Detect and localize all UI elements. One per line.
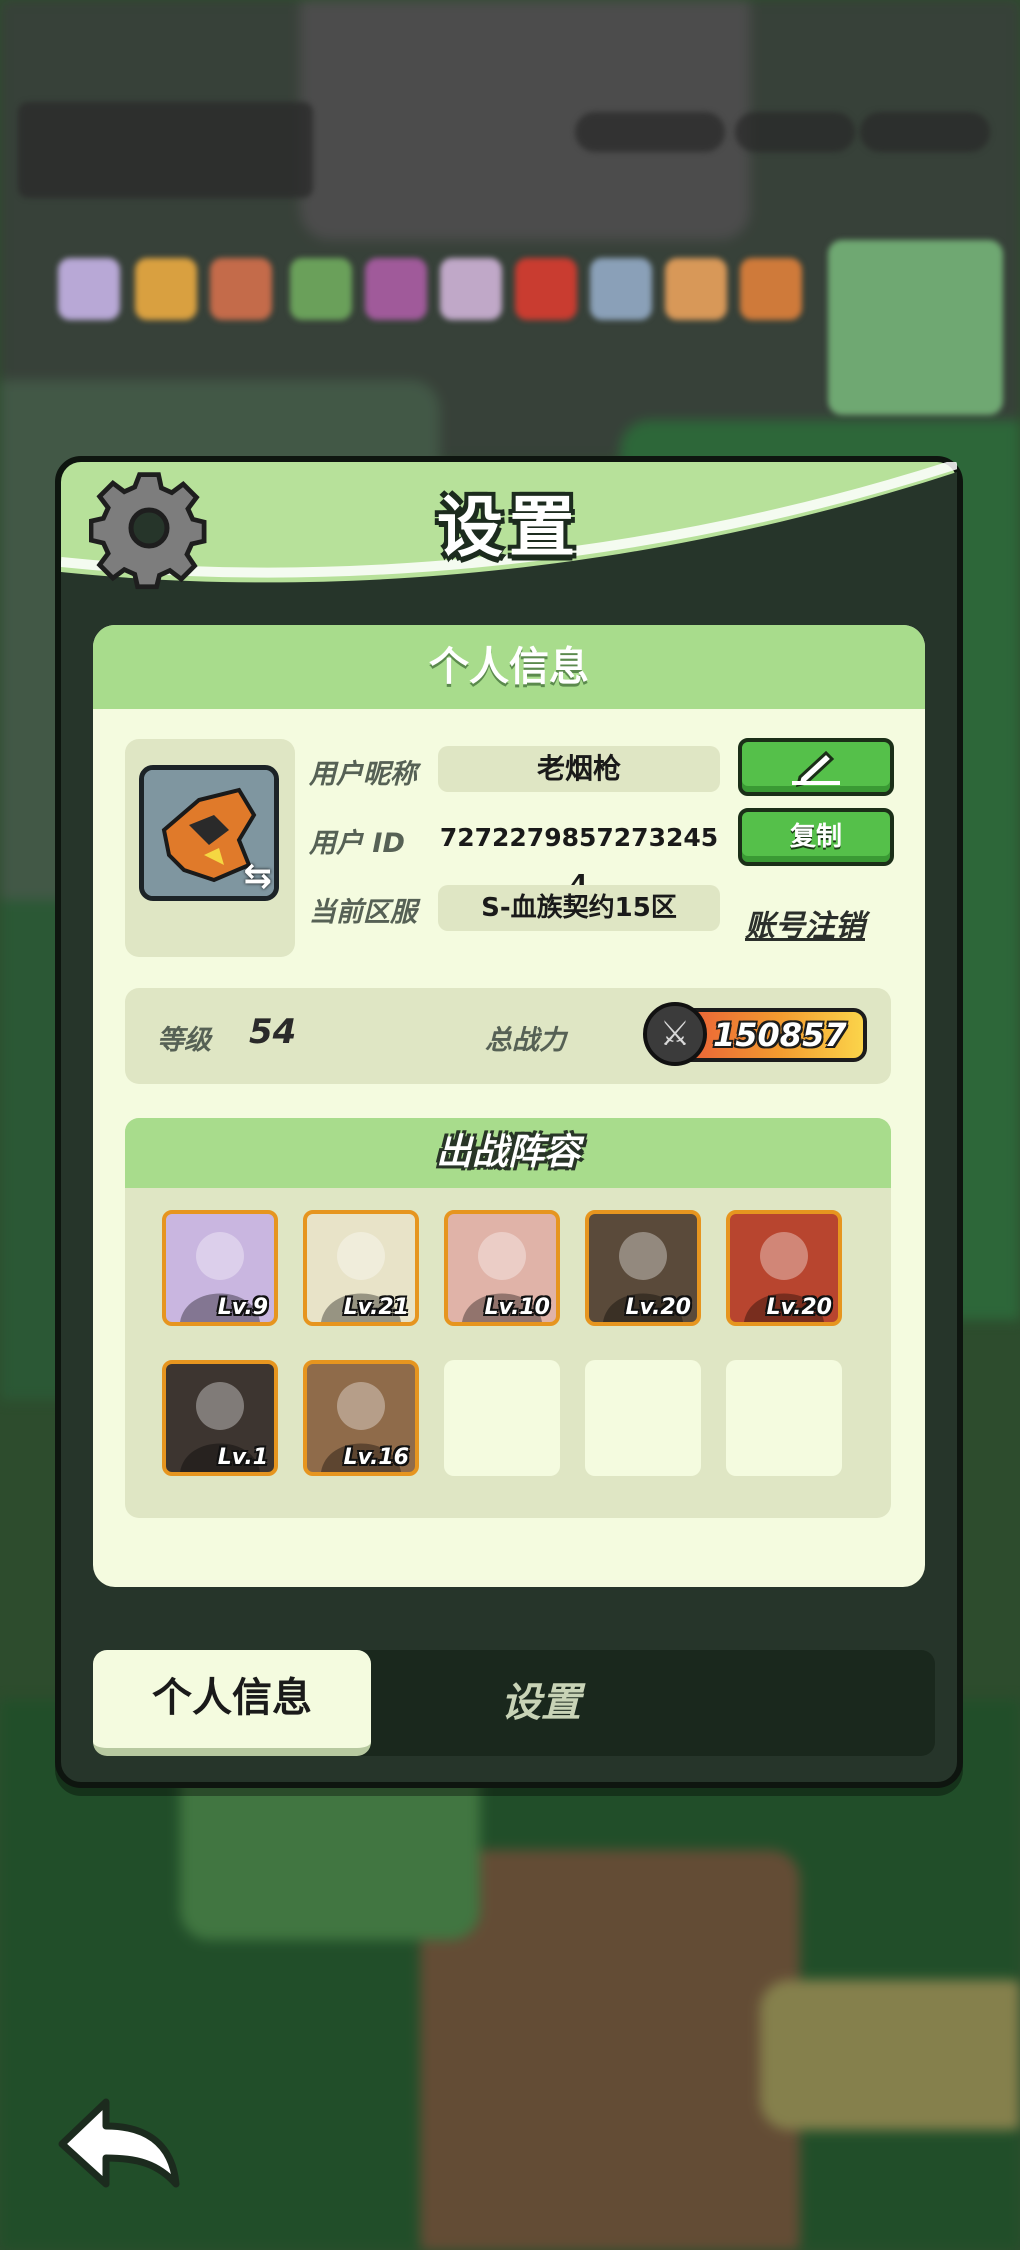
avatar-frame[interactable]: ⇆ (125, 739, 295, 957)
hero-slot[interactable]: Lv.10 (444, 1210, 560, 1326)
empty-hero-slot[interactable] (444, 1360, 560, 1476)
level-label: 等级 (157, 1025, 211, 1056)
hero-slot[interactable]: Lv.20 (585, 1210, 701, 1326)
hero-level: Lv.10 (484, 1295, 550, 1320)
hero-slot[interactable]: Lv.16 (303, 1360, 419, 1476)
profile-content: 个人信息 ⇆ 用户昵称 老烟枪 用户 ID 7272279857273245⁠ … (93, 625, 925, 1587)
hero-slot[interactable]: Lv.20 (726, 1210, 842, 1326)
level-value: 54 (249, 1012, 297, 1052)
avatar[interactable]: ⇆ (139, 765, 279, 901)
empty-hero-slot[interactable] (726, 1360, 842, 1476)
hero-level: Lv.9 (217, 1295, 268, 1320)
hero-slot[interactable]: Lv.9 (162, 1210, 278, 1326)
lineup-panel: 出战阵容 Lv.9 Lv.21 Lv.10 Lv.20 Lv.20 Lv.1 Lv.16 (125, 1118, 891, 1518)
tab-profile[interactable]: 个人信息 (93, 1650, 371, 1756)
edit-nickname-button[interactable] (738, 738, 894, 796)
section-title: 个人信息 (93, 625, 925, 709)
power-label: 总战力 (485, 1025, 566, 1056)
nickname-value: 老烟枪 (438, 746, 720, 792)
power-badge: ⚔ 150857 (643, 1002, 867, 1066)
server-value: S-血族契约15区 (438, 885, 720, 931)
hero-level: Lv.20 (766, 1295, 832, 1320)
pencil-icon (792, 750, 840, 788)
hero-level: Lv.20 (625, 1295, 691, 1320)
copy-id-button[interactable]: 复制 (738, 808, 894, 866)
hud-player-card (18, 102, 313, 198)
lineup-title: 出战阵容 (125, 1118, 891, 1188)
tab-settings[interactable]: 设置 (371, 1650, 711, 1756)
hero-slot[interactable]: Lv.1 (162, 1360, 278, 1476)
swap-avatar-icon[interactable]: ⇆ (244, 856, 273, 896)
user-id-value: 7272279857273245⁠ 4 (439, 823, 719, 898)
hud-coin-counter (860, 112, 990, 152)
delete-account-link[interactable]: 账号注销 (745, 901, 865, 945)
back-arrow-icon[interactable] (54, 2092, 184, 2198)
nickname-label: 用户昵称 (309, 759, 417, 790)
crossed-swords-icon: ⚔ (643, 1002, 707, 1066)
power-value: 150857 (713, 1016, 847, 1054)
hero-level: Lv.1 (217, 1445, 268, 1470)
dialog-title: 设置 (437, 489, 581, 566)
tab-bar: 个人信息 设置 (93, 1650, 935, 1756)
stats-bar: 等级 54 总战力 ⚔ 150857 (125, 988, 891, 1084)
user-id-label: 用户 ID (309, 828, 405, 859)
server-label: 当前区服 (309, 897, 417, 928)
settings-dialog: 设置 个人信息 ⇆ 用户昵称 老烟枪 用户 ID 727227985727324… (55, 456, 963, 1788)
minimap (828, 240, 1003, 415)
hero-level: Lv.21 (343, 1295, 409, 1320)
empty-hero-slot[interactable] (585, 1360, 701, 1476)
hud-gem-counter (575, 112, 725, 152)
dialog-header: 设置 (61, 462, 957, 590)
hero-level: Lv.16 (343, 1445, 409, 1470)
hero-slot[interactable]: Lv.21 (303, 1210, 419, 1326)
hud-gold-counter (735, 112, 855, 152)
